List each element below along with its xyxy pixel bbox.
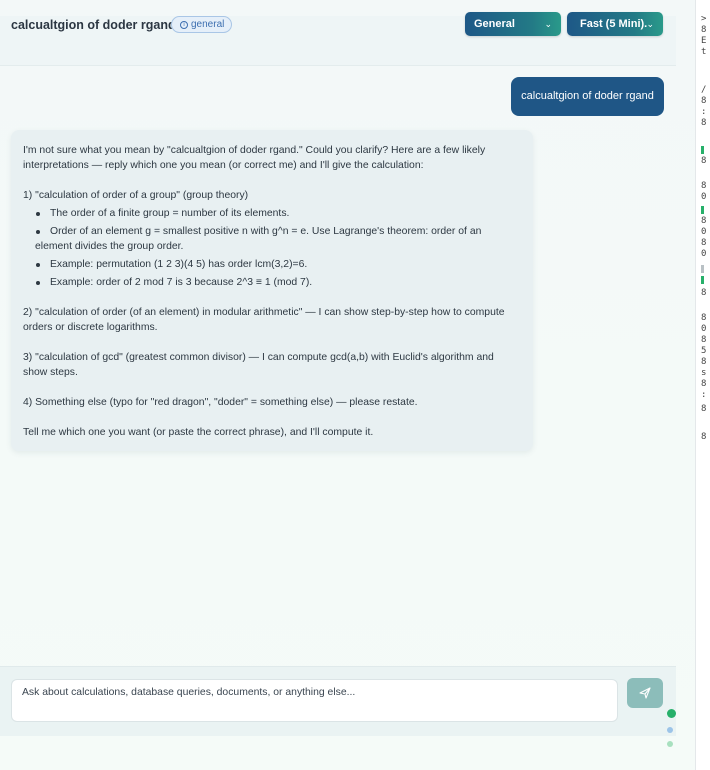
send-icon (639, 687, 651, 699)
message-input[interactable]: Ask about calculations, database queries… (11, 679, 618, 722)
category-tag[interactable]: i general (171, 16, 233, 33)
model-speed-select[interactable]: Fast (5 Mini). ⌄ (567, 12, 663, 36)
side-log-panel[interactable]: > 8 E t / 8 : 8 8 8 0 8 0 8 0 8 8 0 8 5 … (695, 0, 710, 770)
log-line: 8 (701, 404, 707, 414)
option-4: 4) Something else (typo for "red dragon"… (23, 397, 418, 408)
log-line: 8 (701, 432, 707, 442)
status-dot-light-green (667, 741, 673, 747)
log-line: 8 (701, 96, 707, 106)
status-dot-green (667, 709, 676, 718)
log-marker-green (701, 206, 704, 214)
log-line: 8 (701, 156, 707, 166)
log-line: 8 (701, 25, 707, 35)
log-line: / (701, 85, 707, 95)
log-line: 8 (701, 288, 707, 298)
log-line: 0 (701, 249, 707, 259)
log-line: s (701, 368, 707, 378)
log-line: 8 (701, 118, 707, 128)
log-line: : (701, 390, 707, 400)
log-line: E (701, 36, 707, 46)
user-message: calcualtgion of doder rgand (511, 77, 664, 116)
log-line: 8 (701, 335, 707, 345)
log-line: 0 (701, 227, 707, 237)
assistant-intro: I'm not sure what you mean by "calcualtg… (23, 145, 486, 171)
log-line: 8 (701, 181, 707, 191)
list-item: Example: permutation (1 2 3)(4 5) has or… (23, 257, 519, 272)
option-3: 3) "calculation of gcd" (greatest common… (23, 352, 494, 378)
assistant-message: I'm not sure what you mean by "calcualtg… (11, 130, 533, 451)
list-item: Example: order of 2 mod 7 is 3 because 2… (23, 275, 519, 290)
list-item: Order of an element g = smallest positiv… (23, 224, 519, 254)
log-line: 8 (701, 357, 707, 367)
mode-select-value: General (474, 18, 515, 30)
log-line: 8 (701, 313, 707, 323)
log-line: 8 (701, 238, 707, 248)
list-item: The order of a finite group = number of … (23, 206, 519, 221)
chat-app: calcualtgion of doder rgand i general Ge… (0, 0, 695, 770)
log-marker-green (701, 276, 704, 284)
model-speed-select-value: Fast (5 Mini). (580, 18, 648, 30)
assistant-closing: Tell me which one you want (or paste the… (23, 427, 374, 438)
send-button[interactable] (627, 678, 663, 708)
info-icon: i (180, 20, 188, 29)
log-line: 8 (701, 216, 707, 226)
log-marker-green (701, 146, 704, 154)
option-2: 2) "calculation of order (of an element)… (23, 307, 505, 333)
log-line: 5 (701, 346, 707, 356)
log-line: 8 (701, 379, 707, 389)
log-line: 0 (701, 192, 707, 202)
mode-select[interactable]: General ⌄ (465, 12, 561, 36)
category-tag-label: general (191, 19, 225, 30)
log-line: > (701, 14, 707, 24)
chevron-down-icon: ⌄ (544, 19, 552, 29)
log-line: : (701, 107, 707, 117)
log-marker-grey (701, 265, 704, 273)
log-line: t (701, 47, 707, 57)
status-dot-blue (667, 727, 673, 733)
option-1-heading: 1) "calculation of order of a group" (gr… (23, 190, 249, 201)
chevron-down-icon: ⌄ (646, 19, 654, 29)
conversation-title: calcualtgion of doder rgand (11, 18, 176, 32)
log-line: 0 (701, 324, 707, 334)
option-1-list: The order of a finite group = number of … (23, 206, 519, 290)
